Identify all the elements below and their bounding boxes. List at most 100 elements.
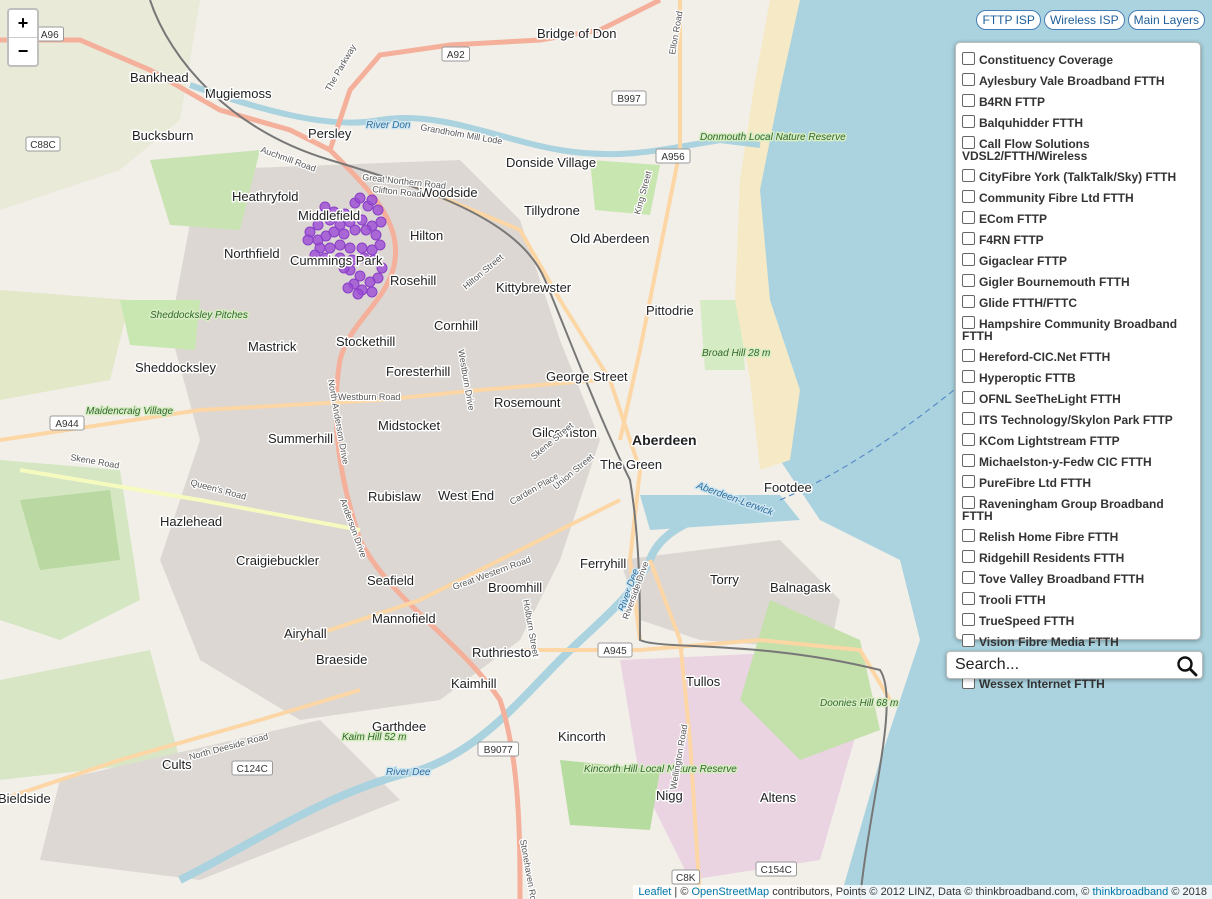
place-label: Kincorth bbox=[558, 729, 606, 744]
osm-link[interactable]: OpenStreetMap bbox=[691, 886, 769, 898]
layer-checkbox[interactable] bbox=[962, 52, 975, 65]
layer-checkbox[interactable] bbox=[962, 211, 975, 224]
layer-checkbox[interactable] bbox=[962, 370, 975, 383]
layer-checkbox[interactable] bbox=[962, 232, 975, 245]
main-layers-button[interactable]: Main Layers bbox=[1127, 10, 1205, 30]
layer-item[interactable]: B4RN FTTP bbox=[962, 94, 1192, 108]
place-label: Bridge of Don bbox=[537, 26, 617, 41]
coverage-point[interactable] bbox=[338, 228, 350, 240]
layer-item[interactable]: PureFibre Ltd FTTH bbox=[962, 475, 1192, 489]
zoom-out-button[interactable]: − bbox=[9, 38, 37, 65]
leaflet-link[interactable]: Leaflet bbox=[638, 886, 671, 898]
place-label: Kittybrewster bbox=[496, 280, 572, 295]
search-icon[interactable] bbox=[1176, 655, 1198, 677]
place-label: Old Aberdeen bbox=[570, 231, 650, 246]
layer-item[interactable]: TrueSpeed FTTH bbox=[962, 613, 1192, 627]
layer-item[interactable]: Hampshire Community Broadband FTTH bbox=[962, 316, 1192, 342]
road-shield-label: A96 bbox=[41, 30, 59, 41]
layer-checkbox[interactable] bbox=[962, 571, 975, 584]
layer-item[interactable]: Raveningham Group Broadband FTTH bbox=[962, 496, 1192, 522]
coverage-point[interactable] bbox=[375, 216, 387, 228]
coverage-point[interactable] bbox=[354, 192, 366, 204]
coverage-point[interactable] bbox=[342, 282, 354, 294]
road-shield: A96 bbox=[35, 26, 64, 42]
layer-item[interactable]: Ridgehill Residents FTTH bbox=[962, 550, 1192, 564]
tbb-link[interactable]: thinkbroadband bbox=[1092, 886, 1168, 898]
layer-checkbox[interactable] bbox=[962, 295, 975, 308]
coverage-point[interactable] bbox=[366, 286, 378, 298]
layer-checkbox[interactable] bbox=[962, 613, 975, 626]
road-shield: B997 bbox=[611, 90, 647, 106]
layer-item[interactable]: Michaelston-y-Fedw CIC FTTH bbox=[962, 454, 1192, 468]
road-shield-label: A944 bbox=[55, 419, 79, 430]
layer-item[interactable]: ECom FTTP bbox=[962, 211, 1192, 225]
place-label: Northfield bbox=[224, 246, 280, 261]
layer-checkbox[interactable] bbox=[962, 433, 975, 446]
layer-checkbox[interactable] bbox=[962, 454, 975, 467]
coverage-point[interactable] bbox=[360, 224, 372, 236]
search-input[interactable] bbox=[947, 652, 1165, 678]
layer-checkbox[interactable] bbox=[962, 190, 975, 203]
layer-checkbox[interactable] bbox=[962, 274, 975, 287]
coverage-point[interactable] bbox=[372, 204, 384, 216]
zoom-control: + − bbox=[7, 8, 39, 67]
coverage-point[interactable] bbox=[364, 276, 376, 288]
layer-checkbox[interactable] bbox=[962, 391, 975, 404]
layer-item[interactable]: Gigaclear FTTP bbox=[962, 253, 1192, 267]
coverage-point[interactable] bbox=[349, 224, 361, 236]
coverage-point[interactable] bbox=[328, 226, 340, 238]
wireless-isp-button[interactable]: Wireless ISP bbox=[1043, 10, 1125, 30]
place-label: Altens bbox=[760, 790, 797, 805]
coverage-point[interactable] bbox=[352, 288, 364, 300]
layer-checkbox[interactable] bbox=[962, 592, 975, 605]
layer-item[interactable]: Gigler Bournemouth FTTH bbox=[962, 274, 1192, 288]
layer-checkbox[interactable] bbox=[962, 253, 975, 266]
zoom-in-button[interactable]: + bbox=[9, 10, 37, 38]
layer-checkbox[interactable] bbox=[962, 316, 975, 329]
layer-item[interactable]: Glide FTTH/FTTC bbox=[962, 295, 1192, 309]
layer-item[interactable]: Community Fibre Ltd FTTH bbox=[962, 190, 1192, 204]
green-area-label: Kincorth Hill Local Nature Reserve bbox=[584, 764, 737, 775]
layer-item[interactable]: F4RN FTTP bbox=[962, 232, 1192, 246]
layer-checkbox[interactable] bbox=[962, 634, 975, 647]
layer-item[interactable]: CityFibre York (TalkTalk/Sky) FTTH bbox=[962, 169, 1192, 183]
layer-checkbox[interactable] bbox=[962, 136, 975, 149]
layer-item[interactable]: ITS Technology/Skylon Park FTTP bbox=[962, 412, 1192, 426]
coverage-point[interactable] bbox=[324, 242, 336, 254]
layer-item[interactable]: Hereford-CIC.Net FTTH bbox=[962, 349, 1192, 363]
layer-item[interactable]: KCom Lightstream FTTP bbox=[962, 433, 1192, 447]
water-label: River Don bbox=[366, 120, 411, 131]
layer-checkbox[interactable] bbox=[962, 550, 975, 563]
place-label: Balnagask bbox=[770, 580, 831, 595]
fttp-isp-button[interactable]: FTTP ISP bbox=[976, 10, 1041, 30]
layer-item[interactable]: Trooli FTTH bbox=[962, 592, 1192, 606]
layer-checkbox[interactable] bbox=[962, 115, 975, 128]
layer-item[interactable]: Call Flow Solutions VDSL2/FTTH/Wireless bbox=[962, 136, 1192, 162]
coverage-point[interactable] bbox=[356, 242, 368, 254]
layer-checkbox[interactable] bbox=[962, 349, 975, 362]
coverage-point[interactable] bbox=[344, 242, 356, 254]
layer-item[interactable]: Hyperoptic FTTB bbox=[962, 370, 1192, 384]
place-label: Rosemount bbox=[494, 395, 561, 410]
coverage-point[interactable] bbox=[366, 194, 378, 206]
layer-checkbox[interactable] bbox=[962, 169, 975, 182]
layer-item[interactable]: Relish Home Fibre FTTH bbox=[962, 529, 1192, 543]
coverage-point[interactable] bbox=[334, 239, 346, 251]
layer-item[interactable]: Balquhidder FTTH bbox=[962, 115, 1192, 129]
layer-checkbox[interactable] bbox=[962, 529, 975, 542]
layer-item[interactable]: Constituency Coverage bbox=[962, 52, 1192, 66]
layer-item[interactable]: Tove Valley Broadband FTTH bbox=[962, 571, 1192, 585]
layer-item[interactable]: Aylesbury Vale Broadband FTTH bbox=[962, 73, 1192, 87]
layer-checkbox[interactable] bbox=[962, 73, 975, 86]
layer-item[interactable]: Vision Fibre Media FTTH bbox=[962, 634, 1192, 648]
layer-item[interactable]: OFNL SeeTheLight FTTH bbox=[962, 391, 1192, 405]
layer-checkbox[interactable] bbox=[962, 94, 975, 107]
layer-label: CityFibre York (TalkTalk/Sky) FTTH bbox=[979, 170, 1177, 184]
layer-label: KCom Lightstream FTTP bbox=[979, 434, 1120, 448]
coverage-point[interactable] bbox=[370, 229, 382, 241]
coverage-point[interactable] bbox=[302, 234, 314, 246]
layer-checkbox[interactable] bbox=[962, 496, 975, 509]
layer-checkbox[interactable] bbox=[962, 412, 975, 425]
layer-label: Aylesbury Vale Broadband FTTH bbox=[979, 74, 1165, 88]
layer-checkbox[interactable] bbox=[962, 475, 975, 488]
